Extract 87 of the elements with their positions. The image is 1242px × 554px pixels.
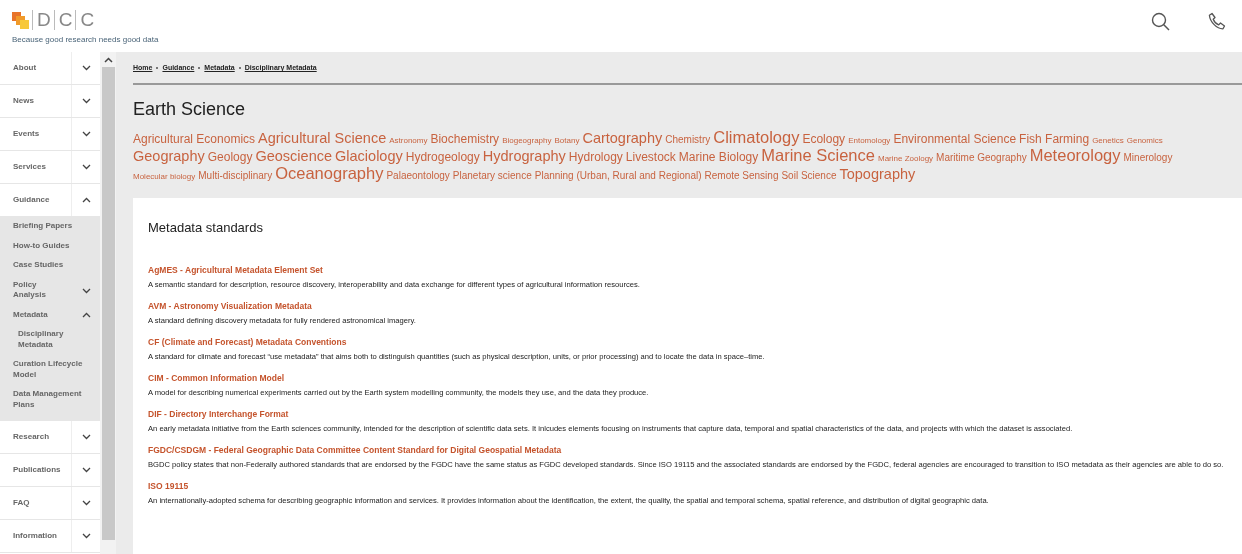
tagline: Because good research needs good data — [12, 35, 159, 44]
logo-letter: C — [75, 10, 95, 30]
subject-tag[interactable]: Genomics — [1126, 133, 1163, 148]
nav-item[interactable]: About — [0, 52, 71, 84]
subject-tag[interactable]: Chemistry — [665, 132, 711, 147]
subject-tag[interactable]: Palaeontology — [386, 168, 450, 183]
standard-link[interactable]: AgMES - Agricultural Metadata Element Set — [148, 265, 1230, 275]
subject-tag[interactable]: Climatology — [713, 130, 800, 145]
nav-item[interactable]: Publications — [0, 454, 71, 486]
standard-link[interactable]: DIF - Directory Interchange Format — [148, 409, 1230, 419]
nav-item[interactable]: Research — [0, 421, 71, 453]
logo-icon — [12, 11, 29, 29]
nav-item[interactable]: News — [0, 85, 71, 117]
subject-tag[interactable]: Hydrography — [482, 149, 566, 164]
chevron-down-icon[interactable] — [81, 434, 91, 440]
subject-tag[interactable]: Marine Zoology — [877, 151, 934, 166]
nav-item[interactable]: Data Management Plans — [0, 385, 100, 415]
standard-link[interactable]: CIM - Common Information Model — [148, 373, 1230, 383]
subject-tag[interactable]: Geology — [207, 150, 253, 165]
section-heading: Metadata standards — [148, 220, 264, 235]
scroll-up-icon[interactable] — [103, 57, 113, 63]
nav-item[interactable]: Information — [0, 520, 71, 552]
subject-tag[interactable]: Multi-disciplinary — [198, 168, 273, 183]
subject-tag[interactable]: Agricultural Economics — [133, 132, 256, 147]
nav-item[interactable]: Briefing Papers — [0, 217, 100, 237]
subject-tag[interactable]: Biochemistry — [430, 132, 500, 147]
chevron-up-icon[interactable] — [81, 312, 91, 319]
nav-item[interactable]: Events — [0, 118, 71, 150]
breadcrumb-separator — [156, 66, 159, 69]
subject-tag[interactable]: Soil Science — [781, 168, 837, 183]
subject-tag[interactable]: Environmental Science — [893, 132, 1017, 147]
subject-tag[interactable]: Remote Sensing — [704, 168, 779, 183]
nav-item[interactable]: Disciplinary Metadata — [0, 325, 100, 355]
nav-item[interactable]: Curation Lifecycle Model — [0, 355, 100, 385]
chevron-down-icon[interactable] — [81, 98, 91, 104]
nav-item[interactable]: Case Studies — [0, 256, 100, 276]
subject-tag[interactable]: Marine Biology — [678, 150, 759, 165]
subject-tag[interactable]: Molecular biology — [133, 169, 196, 184]
subject-tag[interactable]: Biogeography — [502, 133, 552, 148]
subject-tag[interactable]: Minerology — [1123, 150, 1173, 165]
breadcrumb-separator — [198, 66, 201, 69]
subject-tag[interactable]: Cartography — [582, 131, 663, 146]
nav-item[interactable]: Metadata — [0, 305, 72, 325]
chevron-down-icon[interactable] — [81, 533, 91, 539]
nav-item[interactable]: How-to Guides — [0, 236, 100, 256]
subject-tag[interactable]: Hydrogeology — [405, 150, 480, 165]
subject-tag[interactable]: Marine Science — [761, 148, 875, 163]
subject-tag[interactable]: Glaciology — [335, 149, 403, 164]
logo-letter: C — [53, 10, 73, 30]
nav-item[interactable]: Policy Analysis — [0, 275, 72, 306]
subject-tag[interactable]: Genetics — [1092, 133, 1124, 148]
standard-link[interactable]: AVM - Astronomy Visualization Metadata — [148, 301, 1230, 311]
chevron-down-icon[interactable] — [81, 65, 91, 71]
chevron-down-icon[interactable] — [81, 131, 91, 137]
subject-tag[interactable]: Geography — [133, 149, 205, 164]
standard-link[interactable]: FGDC/CSDGM - Federal Geographic Data Committee Content Standard for Digital Geospatial Metadata — [148, 445, 1230, 455]
chevron-down-icon[interactable] — [81, 287, 91, 294]
chevron-down-icon[interactable] — [81, 164, 91, 170]
subject-tag[interactable]: Topography — [839, 167, 916, 182]
subject-tag[interactable]: Botany — [554, 133, 580, 148]
subject-tag[interactable]: Maritime Geography — [936, 150, 1027, 165]
phone-icon[interactable] — [1208, 12, 1226, 31]
nav-item[interactable]: Services — [0, 151, 71, 183]
subject-tag[interactable]: Oceanography — [275, 166, 384, 181]
subject-tag[interactable]: Meteorology — [1029, 148, 1121, 163]
chevron-up-icon[interactable] — [81, 197, 91, 203]
subject-tag[interactable]: Agricultural Science — [258, 131, 387, 146]
breadcrumb-separator — [238, 66, 241, 69]
standard-link[interactable]: CF (Climate and Forecast) Metadata Conventions — [148, 337, 1230, 347]
search-icon[interactable] — [1151, 12, 1170, 31]
subject-tag[interactable]: Livestock — [625, 150, 676, 165]
logo-letter: D — [32, 10, 51, 30]
subject-tag[interactable]: Planetary science — [452, 168, 532, 183]
subject-tag[interactable]: Ecology — [802, 132, 846, 147]
scrollbar-thumb[interactable] — [101, 67, 115, 540]
subject-tag[interactable]: Planning (Urban, Rural and Regional) — [534, 168, 702, 183]
nav-item[interactable]: FAQ — [0, 487, 71, 519]
subject-tag[interactable]: Entomology — [848, 133, 891, 148]
chevron-down-icon[interactable] — [81, 467, 91, 473]
subject-tag[interactable]: Fish Farming — [1019, 132, 1090, 147]
standard-link[interactable]: ISO 19115 — [148, 481, 1230, 491]
subject-tag[interactable]: Astronomy — [389, 133, 428, 148]
nav-item[interactable]: Guidance — [0, 184, 71, 216]
subject-tag[interactable]: Geoscience — [255, 149, 333, 164]
page-title: Earth Science — [133, 99, 247, 120]
subject-tag[interactable]: Hydrology — [568, 150, 623, 165]
chevron-down-icon[interactable] — [81, 500, 91, 506]
